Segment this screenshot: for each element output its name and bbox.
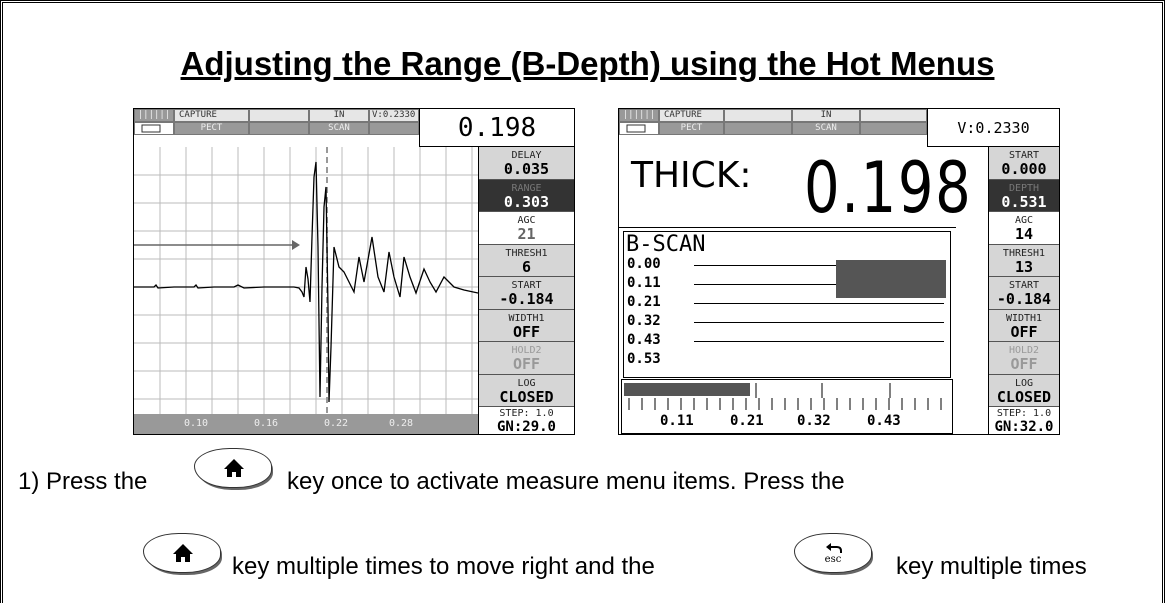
menu-item-log[interactable]: LOG CLOSED — [989, 374, 1059, 407]
menu-item-agc[interactable]: AGC 21 — [479, 212, 574, 245]
esc-key[interactable]: esc — [794, 533, 872, 573]
step-gain-readout: STEP: 1.0 GN:32.0 — [989, 407, 1059, 434]
page-title: Adjusting the Range (B-Depth) using the … — [180, 45, 995, 82]
hot-menu-sidebar: DELAY 0.035 RANGE 0.303 AGC 21 THRESH1 6 STA… — [478, 147, 574, 434]
thickness-panel: THICK: 0.198 — [619, 147, 971, 229]
mode-pect: PECT — [659, 122, 724, 135]
menu-item-hold2[interactable]: HOLD2 OFF — [989, 342, 1059, 375]
header-blank — [249, 109, 309, 122]
menu-item-range[interactable]: RANGE 0.303 — [479, 179, 574, 212]
home-key[interactable] — [143, 533, 221, 573]
units-label: IN — [309, 109, 369, 122]
depth-line — [694, 341, 944, 342]
thickness-label: THICK: — [631, 155, 752, 196]
ruler-ticks — [628, 383, 942, 410]
depth-label: 0.21 — [627, 294, 661, 310]
menu-item-agc[interactable]: AGC 14 — [989, 212, 1059, 245]
battery-indicator: |||||| — [134, 109, 174, 122]
depth-label: 0.53 — [627, 351, 661, 367]
velocity-label: V:0.2330 — [369, 109, 419, 122]
menu-item-depth[interactable]: DEPTH 0.531 — [989, 179, 1059, 212]
depth-line — [694, 322, 944, 323]
esc-label: esc — [824, 554, 842, 565]
instruction-step-1-start: 1) Press the — [18, 468, 148, 495]
units-label: IN — [792, 109, 860, 122]
x-tick-label: 0.28 — [389, 418, 414, 429]
ascan-waveform-plot — [134, 147, 478, 424]
ruler-label: 0.11 — [660, 413, 694, 429]
depth-label: 0.43 — [627, 332, 661, 348]
ascan-screenshot: |||||| CAPTURE IN V:0.2330 PECT SCAN 0.1… — [133, 108, 575, 435]
mode-pect: PECT — [174, 122, 249, 135]
depth-label: 0.32 — [627, 313, 661, 329]
hot-menu-sidebar: START 0.000 DEPTH 0.531 AGC 14 THRESH1 13 ST… — [988, 147, 1059, 434]
menu-item-hold2[interactable]: HOLD2 OFF — [479, 342, 574, 375]
menu-item-start-2[interactable]: START -0.184 — [989, 277, 1059, 310]
ruler-label: 0.43 — [867, 413, 901, 429]
menu-item-start[interactable]: START -0.184 — [479, 277, 574, 310]
velocity-readout: V:0.2330 — [927, 109, 1059, 147]
home-icon — [224, 459, 244, 477]
thickness-value: 0.198 — [804, 147, 973, 229]
menu-item-thresh1[interactable]: THRESH1 13 — [989, 244, 1059, 277]
bscan-view: B-SCAN 0.00 0.11 0.21 0.32 0.43 0.53 — [623, 231, 951, 378]
battery-indicator: |||||| — [619, 109, 659, 122]
bscan-title: B-SCAN — [626, 232, 706, 257]
menu-item-log[interactable]: LOG CLOSED — [479, 374, 574, 407]
ascan-x-axis: 0.10 0.16 0.22 0.28 — [134, 414, 478, 434]
menu-item-thresh1[interactable]: THRESH1 6 — [479, 244, 574, 277]
header-blank-2 — [249, 122, 309, 135]
bscan-profile-block — [836, 260, 946, 298]
probe-icon — [619, 122, 659, 135]
step-gain-readout: STEP: 1.0 GN:29.0 — [479, 407, 574, 434]
menu-item-start[interactable]: START 0.000 — [989, 147, 1059, 180]
header-blank — [724, 109, 792, 122]
thickness-reading: 0.198 — [419, 109, 574, 147]
depth-ruler: 0.11 0.21 0.32 0.43 — [621, 379, 953, 434]
depth-line — [694, 303, 944, 304]
bscan-screenshot: |||||| CAPTURE IN PECT SCAN V:0.2330 THI… — [618, 108, 1060, 435]
menu-item-delay[interactable]: DELAY 0.035 — [479, 147, 574, 180]
capture-label: CAPTURE — [659, 109, 724, 122]
instruction-step-1-line2: key multiple times to move right and the — [232, 553, 655, 580]
home-key[interactable] — [194, 448, 272, 488]
header-blank-2 — [860, 109, 927, 122]
instruction-step-1-line2-end: key multiple times — [896, 553, 1087, 580]
instruction-step-1-end: key once to activate measure menu items.… — [287, 468, 845, 495]
mode-scan: SCAN — [309, 122, 369, 135]
probe-icon — [134, 122, 174, 135]
capture-label: CAPTURE — [174, 109, 249, 122]
menu-item-width1[interactable]: WIDTH1 OFF — [989, 309, 1059, 342]
ruler-label: 0.32 — [797, 413, 831, 429]
depth-label: 0.00 — [627, 256, 661, 272]
plot-grid — [134, 147, 478, 424]
header-blank-3 — [369, 122, 419, 135]
depth-label: 0.11 — [627, 275, 661, 291]
x-tick-label: 0.16 — [254, 418, 279, 429]
home-icon — [173, 544, 193, 562]
mode-scan: SCAN — [792, 122, 860, 135]
x-tick-label: 0.22 — [324, 418, 349, 429]
menu-item-width1[interactable]: WIDTH1 OFF — [479, 309, 574, 342]
x-tick-label: 0.10 — [184, 418, 209, 429]
ruler-label: 0.21 — [730, 413, 764, 429]
